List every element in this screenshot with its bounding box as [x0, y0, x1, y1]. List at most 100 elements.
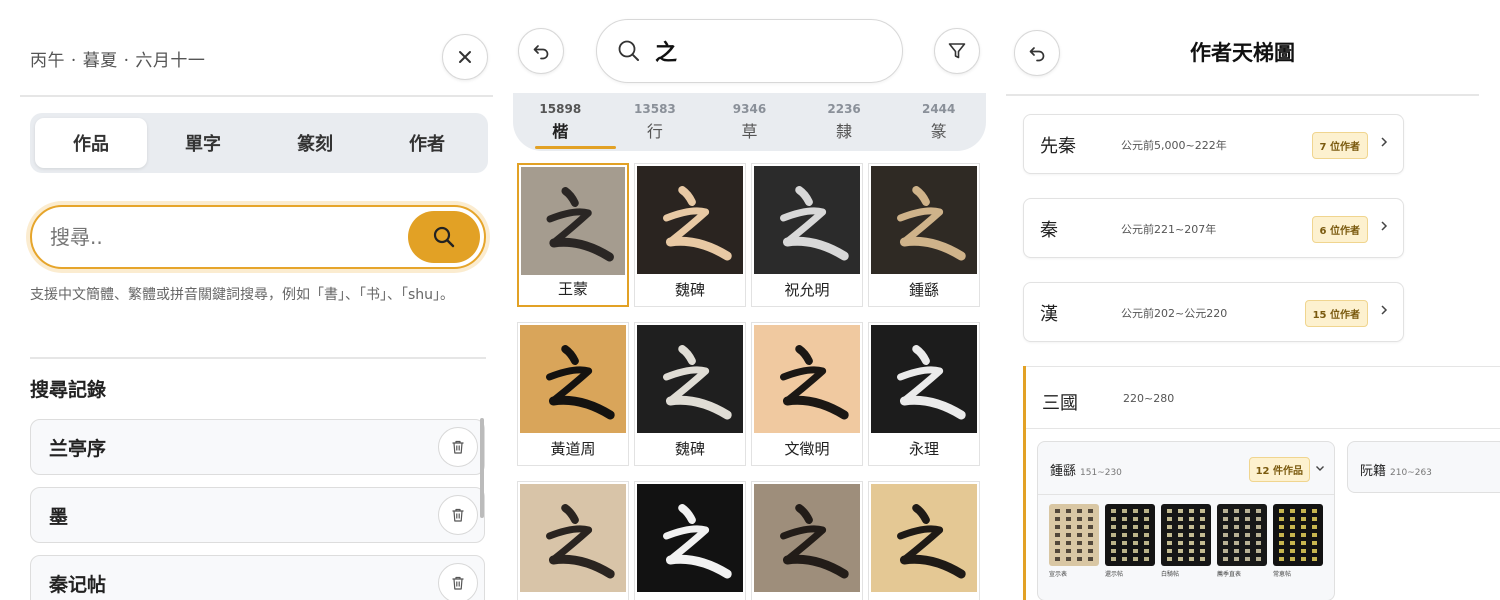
close-button[interactable]: [442, 34, 488, 80]
author-name: 鍾繇: [1050, 464, 1077, 479]
work-title: 薦季直表: [1217, 571, 1242, 578]
script-tab-cao[interactable]: 9346 草: [702, 93, 797, 151]
query-text: 之: [655, 41, 678, 66]
script-name: 隸: [836, 122, 853, 141]
category-tabs: 作品 單字 篆刻 作者: [30, 113, 488, 173]
scrollbar[interactable]: [480, 418, 484, 518]
script-tab-kai[interactable]: 15898 楷: [513, 93, 616, 151]
work-title: 宣示表: [1049, 571, 1068, 578]
work-thumbnail-image: [1217, 504, 1267, 566]
tab-authors[interactable]: 作者: [371, 118, 483, 168]
chevron-right-icon: [1381, 221, 1388, 231]
result-tile[interactable]: [517, 481, 629, 600]
tile-author: 鍾繇: [908, 281, 939, 299]
work-item[interactable]: 還示帖: [1105, 504, 1155, 578]
script-count: 2444: [921, 102, 956, 116]
script-name: 楷: [552, 122, 569, 141]
work-item[interactable]: 常恵帖: [1273, 504, 1323, 578]
tile-image: [871, 166, 977, 274]
result-tile[interactable]: 永理: [868, 322, 980, 466]
tab-seals[interactable]: 篆刻: [259, 118, 371, 168]
script-name: 篆: [930, 122, 947, 141]
back-button[interactable]: [518, 28, 564, 74]
calligraphy-image: [637, 484, 743, 592]
tile-image: [871, 484, 977, 592]
history-item[interactable]: 墨: [30, 487, 485, 543]
search-icon: [433, 226, 455, 248]
author-card[interactable]: 鍾繇 151~230 12 件作品 宣示表 還示帖 白騎帖 薦季直表 常恵帖: [1037, 441, 1335, 600]
work-title: 常恵帖: [1273, 571, 1292, 578]
chevron-right-icon: [1381, 137, 1388, 147]
calligraphy-image: [521, 167, 625, 275]
era-range: 公元前221~207年: [1121, 223, 1217, 236]
work-item[interactable]: 宣示表: [1049, 504, 1099, 578]
script-tabs: 15898 楷 13583 行 9346 草 2236 隸 2444 篆: [513, 93, 986, 151]
result-tile[interactable]: 王蒙: [517, 163, 629, 307]
work-thumbnail: [1217, 504, 1267, 566]
history-item-label: 秦记帖: [49, 573, 107, 596]
era-range: 公元前202~公元220: [1121, 307, 1228, 320]
history-item[interactable]: 秦记帖: [30, 555, 485, 600]
era-range: 公元前5,000~222年: [1121, 139, 1227, 152]
tab-characters[interactable]: 單字: [147, 118, 259, 168]
author-range: 210~263: [1390, 468, 1432, 478]
era-expanded: 三國 220~280 鍾繇 151~230 12 件作品 宣示表 還示帖 白騎帖 薦季直…: [1023, 366, 1500, 600]
history-item[interactable]: 兰亭序: [30, 419, 485, 475]
result-tile[interactable]: 魏碑: [634, 322, 746, 466]
history-title: 搜尋記錄: [30, 379, 107, 401]
result-tile[interactable]: 文徵明: [751, 322, 863, 466]
tile-author: 文徵明: [784, 440, 830, 458]
query-box[interactable]: 之: [596, 19, 903, 83]
tab-works[interactable]: 作品: [35, 118, 147, 168]
tile-image: [637, 166, 743, 274]
delete-history-button[interactable]: [438, 495, 478, 535]
author-card[interactable]: 阮籍 210~263: [1347, 441, 1500, 493]
era-name: 先秦: [1040, 136, 1076, 157]
result-tile[interactable]: 魏碑: [634, 163, 746, 307]
result-tile[interactable]: [634, 481, 746, 600]
author-count-badge: 15 位作者: [1304, 300, 1368, 327]
delete-history-button[interactable]: [438, 427, 478, 467]
delete-history-button[interactable]: [438, 563, 478, 600]
result-tile[interactable]: [751, 481, 863, 600]
work-count-badge: 12 件作品: [1248, 457, 1310, 482]
author-range: 151~230: [1080, 468, 1122, 478]
work-item[interactable]: 薦季直表: [1217, 504, 1267, 578]
result-tile[interactable]: 鍾繇: [868, 163, 980, 307]
script-name: 行: [646, 122, 663, 141]
era-row[interactable]: 秦 公元前221~207年 6 位作者: [1023, 198, 1404, 258]
search-input[interactable]: [50, 225, 390, 249]
script-tab-xing[interactable]: 13583 行: [608, 93, 703, 151]
result-tile[interactable]: [868, 481, 980, 600]
result-tile[interactable]: 祝允明: [751, 163, 863, 307]
tile-image: [520, 484, 626, 592]
script-tab-zhuan[interactable]: 2444 篆: [891, 93, 986, 151]
calligraphy-image: [754, 325, 860, 433]
tile-author: 魏碑: [674, 281, 705, 299]
work-thumbnail-image: [1161, 504, 1211, 566]
work-thumbnail: [1161, 504, 1211, 566]
filter-button[interactable]: [934, 28, 980, 74]
calligraphy-image: [520, 325, 626, 433]
tile-author: 永理: [908, 440, 939, 458]
calligraphy-image: [871, 484, 977, 592]
author-name: 阮籍: [1360, 464, 1387, 479]
header-divider: [1006, 94, 1479, 96]
card-divider: [1038, 494, 1334, 495]
search-button[interactable]: [408, 211, 480, 263]
script-tab-li[interactable]: 2236 隸: [797, 93, 892, 151]
era-row[interactable]: 漢 公元前202~公元220 15 位作者: [1023, 282, 1404, 342]
era-row[interactable]: 先秦 公元前5,000~222年 7 位作者: [1023, 114, 1404, 174]
results-panel: 之 15898 楷 13583 行 9346 草 2236 隸 2444 篆 王蒙 魏碑 祝允…: [505, 0, 1000, 600]
tile-image: [521, 167, 625, 275]
chevron-down-icon[interactable]: [1314, 462, 1326, 474]
era-header[interactable]: 三國 220~280: [1026, 366, 1500, 429]
result-tile[interactable]: 黃道周: [517, 322, 629, 466]
undo-arrow-icon: [533, 45, 549, 60]
calligraphy-image: [871, 166, 977, 274]
tile-author: 祝允明: [784, 281, 830, 299]
work-item[interactable]: 白騎帖: [1161, 504, 1211, 578]
tile-image: [754, 484, 860, 592]
work-thumbnail-image: [1105, 504, 1155, 566]
calligraphy-image: [637, 325, 743, 433]
